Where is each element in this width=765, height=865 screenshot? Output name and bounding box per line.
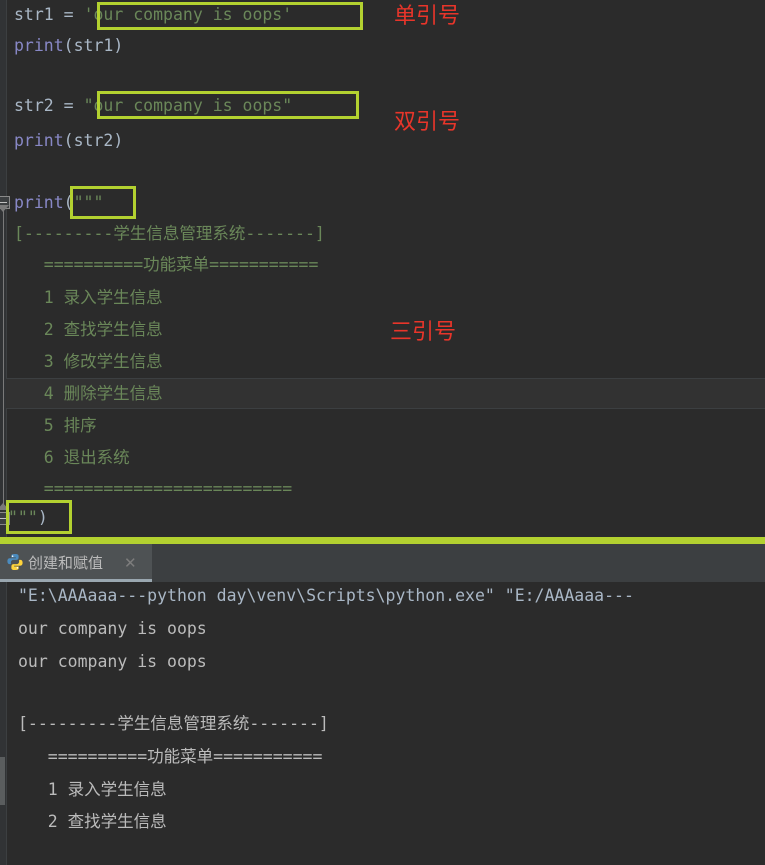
token-variable: str2 [73,131,114,150]
chevron-up-icon [0,503,9,510]
console-output-line: 2 查找学生信息 [18,812,167,831]
python-icon [6,553,24,571]
console-output-line: our company is oops [18,619,207,638]
token-string-double: "our company is oops" [83,96,293,115]
code-line-10[interactable]: 1 录入学生信息 [14,283,163,313]
console-gutter [0,582,7,865]
close-icon[interactable]: ✕ [124,544,137,582]
code-line-14[interactable]: 5 排序 [14,411,97,441]
code-line-7[interactable]: print(""" [14,188,103,218]
token-triple-quote-open: """ [73,193,104,212]
token-paren: ( [63,131,74,150]
console-output-line: our company is oops [18,652,207,671]
code-line-17[interactable]: """) [8,503,48,533]
console-output-line: ==========功能菜单=========== [18,747,323,766]
token-function-print: print [14,193,64,212]
token-triple-quote-close: """ [8,508,38,527]
code-line-9[interactable]: ==========功能菜单=========== [14,250,319,280]
token-paren: ( [63,36,74,55]
code-line-11[interactable]: 2 查找学生信息 [14,315,163,345]
run-console-pane[interactable]: 创建和赋值 ✕ "E:\AAAaaa---python day\venv\Scr… [0,544,765,865]
token-paren: ) [37,508,48,527]
code-fold-line [3,209,4,505]
code-line-15[interactable]: 6 退出系统 [14,443,130,473]
token-function-print: print [14,131,64,150]
token-function-print: print [14,36,64,55]
code-line-4[interactable]: str2 = "our company is oops" [14,91,292,121]
code-line-1[interactable]: str1 = 'our company is oops' [14,0,292,30]
code-line-5[interactable]: print(str2) [14,126,123,156]
annotation-double-quote: 双引号 [394,110,461,135]
token-operator: = [53,5,84,24]
token-paren: ( [63,193,74,212]
run-tab-active[interactable]: 创建和赋值 ✕ [0,544,152,582]
token-variable: str1 [73,36,114,55]
console-output-line: [---------学生信息管理系统-------] [18,714,329,733]
code-fold-expand-icon[interactable] [0,512,10,525]
token-variable: str2 [14,96,54,115]
code-line-2[interactable]: print(str1) [14,31,123,61]
code-line-16[interactable]: ========================= [14,474,292,504]
console-output-line: 1 录入学生信息 [18,780,167,799]
console-tab-bar[interactable]: 创建和赋值 ✕ [0,544,765,582]
run-tab-label: 创建和赋值 [28,554,104,572]
code-line-13[interactable]: 4 删除学生信息 [14,379,163,409]
console-command-line: "E:\AAAaaa---python day\venv\Scripts\pyt… [18,586,634,605]
console-output-area[interactable]: "E:\AAAaaa---python day\venv\Scripts\pyt… [0,582,765,865]
code-editor-pane[interactable]: str1 = 'our company is oops' print(str1)… [0,0,765,540]
token-paren: ) [113,36,124,55]
code-text-area[interactable]: str1 = 'our company is oops' print(str1)… [6,0,765,540]
code-line-8[interactable]: [---------学生信息管理系统-------] [14,219,325,249]
token-string-single: 'our company is oops' [83,5,293,24]
chevron-down-icon [0,205,9,212]
scrollbar-thumb[interactable] [0,757,5,805]
token-operator: = [53,96,84,115]
token-paren: ) [113,131,124,150]
code-line-12[interactable]: 3 修改学生信息 [14,347,163,377]
token-variable: str1 [14,5,54,24]
annotation-single-quote: 单引号 [394,4,461,29]
editor-bottom-accent-bar [0,537,765,544]
annotation-triple-quote: 三引号 [390,320,457,345]
